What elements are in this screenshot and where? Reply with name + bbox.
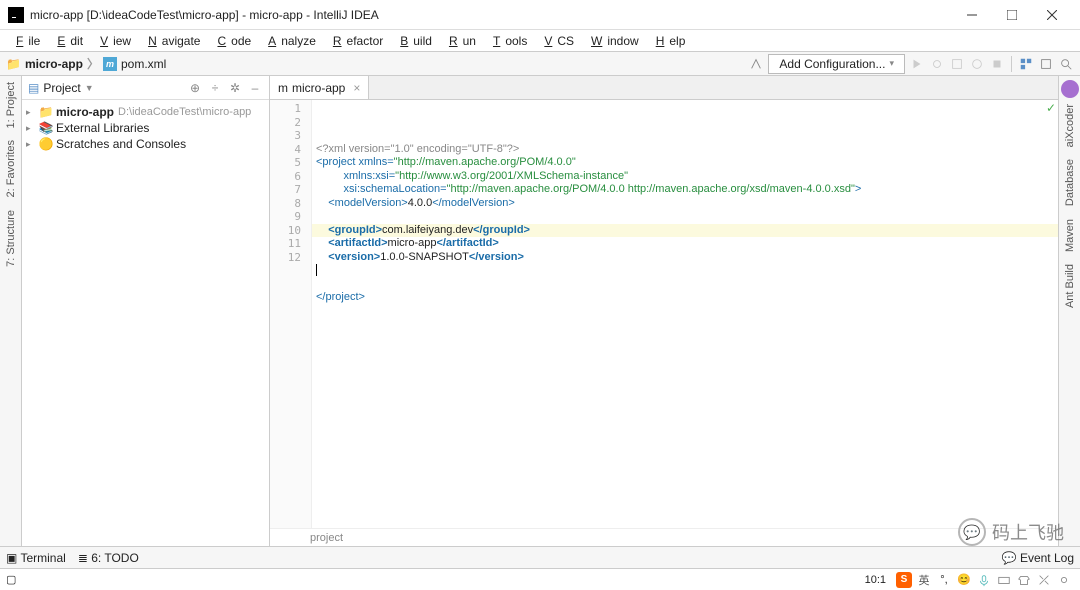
coverage-icon[interactable] bbox=[949, 56, 965, 72]
project-pane-header: ▤ Project ▼ ⊕ ÷ ✲ – bbox=[22, 76, 269, 100]
skin-icon[interactable] bbox=[1016, 572, 1032, 588]
run-icon[interactable] bbox=[909, 56, 925, 72]
event-log-button[interactable]: 💬 Event Log bbox=[1002, 551, 1074, 565]
add-configuration-button[interactable]: Add Configuration...▾ bbox=[768, 54, 905, 74]
window-title: micro-app [D:\ideaCodeTest\micro-app] - … bbox=[30, 8, 379, 22]
project-pane-title[interactable]: Project bbox=[43, 81, 80, 95]
search-everywhere-icon[interactable] bbox=[1058, 56, 1074, 72]
mic-icon[interactable] bbox=[976, 572, 992, 588]
left-tool-rail: 1: Project2: Favorites7: Structure bbox=[0, 76, 22, 546]
menu-window[interactable]: Window bbox=[581, 32, 644, 50]
editor-tab[interactable]: m micro-app × bbox=[270, 76, 369, 99]
menu-view[interactable]: View bbox=[90, 32, 136, 50]
maven-file-icon: m bbox=[278, 81, 288, 95]
app-icon bbox=[8, 7, 24, 23]
hide-icon[interactable]: – bbox=[247, 80, 263, 96]
ime-punct-icon[interactable]: °, bbox=[936, 572, 952, 588]
project-structure-icon[interactable] bbox=[1038, 56, 1054, 72]
tree-item[interactable]: ▸📁micro-appD:\ideaCodeTest\micro-app bbox=[22, 104, 269, 120]
menu-refactor[interactable]: Refactor bbox=[323, 32, 388, 50]
menu-code[interactable]: Code bbox=[207, 32, 256, 50]
menu-navigate[interactable]: Navigate bbox=[138, 32, 205, 50]
rail-favorites[interactable]: 2: Favorites bbox=[3, 134, 19, 203]
ime-lang[interactable]: 英 bbox=[916, 572, 932, 588]
chevron-down-icon[interactable]: ▼ bbox=[85, 83, 94, 93]
gear-icon[interactable] bbox=[1056, 572, 1072, 588]
gear-icon[interactable]: ✲ bbox=[227, 80, 243, 96]
gutter: 123456789101112 bbox=[270, 100, 312, 528]
status-menu-icon[interactable]: ▢ bbox=[6, 573, 16, 586]
tools-icon[interactable] bbox=[1036, 572, 1052, 588]
todo-button[interactable]: ≣ 6: TODO bbox=[78, 551, 139, 565]
cursor-position[interactable]: 10:1 bbox=[865, 574, 886, 586]
bottom-tools: ▣ Terminal ≣ 6: TODO 💬 Event Log bbox=[0, 546, 1080, 568]
menu-vcs[interactable]: VCS bbox=[534, 32, 579, 50]
right-tool-rail: aiXcoderDatabaseMavenAnt Build bbox=[1058, 76, 1080, 546]
minimize-button[interactable] bbox=[952, 1, 992, 29]
menu-analyze[interactable]: Analyze bbox=[258, 32, 321, 50]
stop-icon[interactable] bbox=[989, 56, 1005, 72]
maximize-button[interactable] bbox=[992, 1, 1032, 29]
menu-edit[interactable]: Edit bbox=[47, 32, 88, 50]
aixcoder-icon[interactable] bbox=[1061, 80, 1079, 98]
status-bar: ▢ 10:1 S 英 °, 😊 bbox=[0, 568, 1080, 590]
rail-maven[interactable]: Maven bbox=[1062, 213, 1078, 258]
close-button[interactable] bbox=[1032, 1, 1072, 29]
rail-antbuild[interactable]: Ant Build bbox=[1062, 258, 1078, 314]
menubar: FileEditViewNavigateCodeAnalyzeRefactorB… bbox=[0, 30, 1080, 52]
keyboard-icon[interactable] bbox=[996, 572, 1012, 588]
project-tool-window: ▤ Project ▼ ⊕ ÷ ✲ – ▸📁micro-appD:\ideaCo… bbox=[22, 76, 270, 546]
editor-tabs: m micro-app × bbox=[270, 76, 1058, 100]
code-editor[interactable]: ✓ <?xml version="1.0" encoding="UTF-8"?>… bbox=[312, 100, 1058, 528]
menu-help[interactable]: Help bbox=[646, 32, 691, 50]
breadcrumb: 📁 micro-app 〉 m pom.xml bbox=[6, 55, 166, 72]
menu-run[interactable]: Run bbox=[439, 32, 481, 50]
tab-label: micro-app bbox=[292, 81, 345, 95]
menu-tools[interactable]: Tools bbox=[483, 32, 532, 50]
collapse-icon[interactable]: ÷ bbox=[207, 80, 223, 96]
rail-database[interactable]: Database bbox=[1062, 153, 1078, 212]
chevron-right-icon: 〉 bbox=[87, 55, 99, 72]
build-icon[interactable] bbox=[748, 56, 764, 72]
menu-build[interactable]: Build bbox=[390, 32, 437, 50]
editor-crumb[interactable]: project bbox=[270, 528, 1058, 546]
folder-icon: 📁 bbox=[6, 57, 21, 71]
rail-structure[interactable]: 7: Structure bbox=[3, 204, 19, 273]
menu-file[interactable]: File bbox=[6, 32, 45, 50]
rail-aixcoder[interactable]: aiXcoder bbox=[1062, 98, 1078, 153]
navbar: 📁 micro-app 〉 m pom.xml Add Configuratio… bbox=[0, 52, 1080, 76]
breadcrumb-root[interactable]: micro-app bbox=[25, 57, 83, 71]
maven-file-icon: m bbox=[103, 57, 117, 71]
module-settings-icon[interactable] bbox=[1018, 56, 1034, 72]
locate-icon[interactable]: ⊕ bbox=[187, 80, 203, 96]
rail-project[interactable]: 1: Project bbox=[3, 76, 19, 134]
debug-icon[interactable] bbox=[929, 56, 945, 72]
project-tree: ▸📁micro-appD:\ideaCodeTest\micro-app▸📚Ex… bbox=[22, 100, 269, 156]
close-tab-icon[interactable]: × bbox=[353, 81, 360, 95]
tree-item[interactable]: ▸🟡Scratches and Consoles bbox=[22, 136, 269, 152]
sogou-ime-icon[interactable]: S bbox=[896, 572, 912, 588]
titlebar: micro-app [D:\ideaCodeTest\micro-app] - … bbox=[0, 0, 1080, 30]
breadcrumb-file[interactable]: pom.xml bbox=[121, 57, 166, 71]
terminal-button[interactable]: ▣ Terminal bbox=[6, 551, 66, 565]
status-ok-icon: ✓ bbox=[1046, 102, 1056, 116]
editor-area: m micro-app × 123456789101112 ✓ <?xml ve… bbox=[270, 76, 1058, 546]
profile-icon[interactable] bbox=[969, 56, 985, 72]
emoji-icon[interactable]: 😊 bbox=[956, 572, 972, 588]
tree-item[interactable]: ▸📚External Libraries bbox=[22, 120, 269, 136]
